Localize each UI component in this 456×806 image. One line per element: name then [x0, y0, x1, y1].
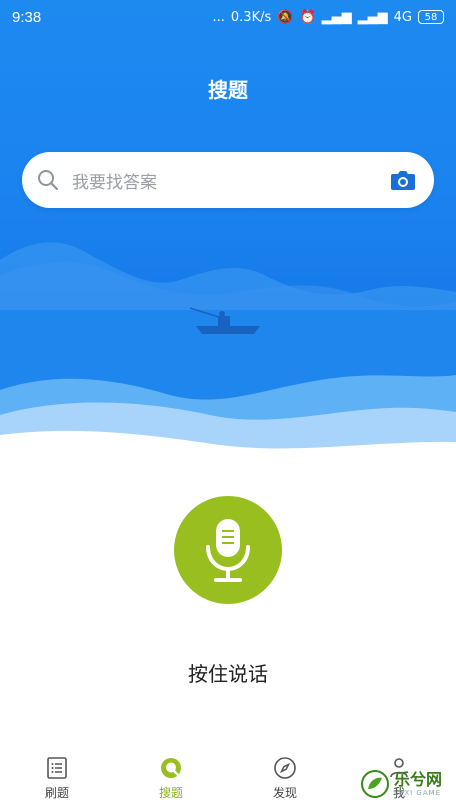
status-indicators: ... 0.3K/s 🔕 ⏰ ▂▄▆ ▂▄▆ 4G 58: [212, 9, 444, 25]
status-time: 9:38: [12, 8, 42, 26]
search-icon: [38, 170, 59, 191]
status-bar: 9:38 ... 0.3K/s 🔕 ⏰ ▂▄▆ ▂▄▆ 4G 58: [0, 0, 456, 34]
watermark-logo-icon: [361, 770, 389, 798]
microphone-icon: [206, 519, 250, 582]
network-type: 4G: [393, 9, 412, 25]
tab-label: 发现: [272, 786, 297, 800]
battery-level: 58: [424, 11, 438, 23]
mute-icon: 🔕: [277, 9, 294, 25]
tab-label: 搜题: [158, 786, 183, 800]
site-watermark: 乐兮网 LEXI GAME: [360, 762, 456, 806]
watermark-main: 乐兮网: [394, 770, 443, 789]
camera-icon: [391, 171, 415, 190]
watermark-sub: LEXI GAME: [394, 789, 442, 797]
tab-discover[interactable]: 发现: [228, 748, 342, 806]
tab-practice[interactable]: 刷题: [0, 748, 114, 806]
lake-scene-illustration: [0, 242, 456, 470]
battery-icon: 58: [418, 10, 444, 24]
status-dots: ...: [212, 9, 225, 25]
search-bar[interactable]: 我要找答案: [22, 152, 434, 208]
signal-icon: ▂▄▆: [321, 9, 352, 25]
list-icon: [47, 757, 67, 779]
tab-search[interactable]: 搜题: [114, 748, 228, 806]
alarm-icon: ⏰: [299, 9, 316, 25]
signal-hd-icon: ▂▄▆: [357, 9, 388, 25]
search-input[interactable]: 我要找答案: [72, 168, 388, 193]
camera-button[interactable]: [388, 165, 418, 195]
network-speed: 0.3K/s: [230, 9, 272, 25]
tab-label: 刷题: [44, 786, 69, 800]
hero-banner: 9:38 ... 0.3K/s 🔕 ⏰ ▂▄▆ ▂▄▆ 4G 58 搜题 我要找…: [0, 0, 456, 470]
hold-to-talk-button[interactable]: [174, 496, 282, 604]
compass-icon: [274, 757, 296, 779]
search-tab-icon: [161, 758, 181, 778]
page-title: 搜题: [208, 78, 248, 102]
hold-to-talk-label: 按住说话: [188, 662, 268, 686]
watermark-text: 乐兮网 LEXI GAME: [394, 770, 443, 798]
